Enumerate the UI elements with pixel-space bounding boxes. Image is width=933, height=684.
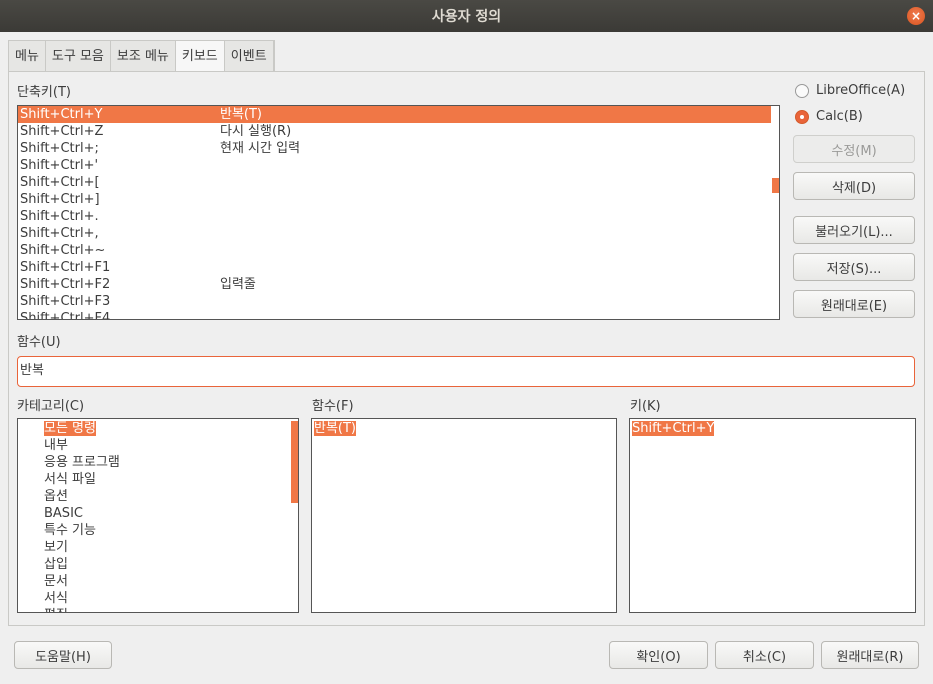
shortcut-row[interactable]: Shift+Ctrl+F3 xyxy=(18,293,772,310)
radio-label: LibreOffice(A) xyxy=(816,83,906,98)
list-item-label: 서식 xyxy=(44,591,68,606)
shortcut-list-scrollbar[interactable] xyxy=(771,106,779,319)
list-item-label: 내부 xyxy=(44,438,68,453)
list-item[interactable]: 옵션 xyxy=(18,488,298,505)
close-icon[interactable]: × xyxy=(907,7,925,25)
tab-events[interactable]: 이벤트 xyxy=(225,41,274,72)
shortcut-key: Shift+Ctrl+; xyxy=(20,141,99,156)
shortcut-row[interactable]: Shift+Ctrl+] xyxy=(18,191,772,208)
list-item-label: 응용 프로그램 xyxy=(44,455,120,470)
tab-menu[interactable]: 메뉴 xyxy=(9,41,46,72)
tab-keyboard[interactable]: 키보드 xyxy=(175,41,225,73)
list-item[interactable]: 내부 xyxy=(18,437,298,454)
category-label: 카테고리(C) xyxy=(17,399,85,414)
category-list[interactable]: 모든 명령내부응용 프로그램서식 파일옵션 BASIC 특수 기능보기삽입문서서식편… xyxy=(17,418,299,613)
list-item[interactable]: 서식 파일 xyxy=(18,471,298,488)
shortcut-key: Shift+Ctrl+F3 xyxy=(20,294,111,309)
keys-label: 키(K) xyxy=(630,399,661,414)
shortcut-function: 반복(T) xyxy=(220,107,263,122)
list-item[interactable]: 편집 xyxy=(18,607,298,612)
save-button[interactable]: 저장(S)... xyxy=(793,253,915,281)
function-label: 함수(U) xyxy=(17,335,61,350)
shortcut-row[interactable]: Shift+Ctrl+; 현재 시간 입력 xyxy=(18,140,772,157)
tab-toolbars[interactable]: 도구 모음 xyxy=(46,41,111,72)
list-item-label: BASIC xyxy=(44,506,83,521)
shortcut-key: Shift+Ctrl+[ xyxy=(20,175,100,190)
shortcut-key: Shift+Ctrl+~ xyxy=(20,243,106,258)
list-item-label: 옵션 xyxy=(44,489,68,504)
tab-context-menus[interactable]: 보조 메뉴 xyxy=(111,41,176,72)
list-item[interactable]: 응용 프로그램 xyxy=(18,454,298,471)
keys-list[interactable]: Shift+Ctrl+Y xyxy=(629,418,916,613)
list-item[interactable]: 모든 명령 xyxy=(18,420,298,437)
list-item-label: 반복(T) xyxy=(314,421,357,436)
list-item-label: 보기 xyxy=(44,540,68,555)
shortcut-function: 현재 시간 입력 xyxy=(220,141,301,156)
reset-button[interactable]: 원래대로(R) xyxy=(821,641,919,669)
list-item[interactable]: 삽입 xyxy=(18,556,298,573)
help-button[interactable]: 도움말(H) xyxy=(14,641,112,669)
list-item[interactable]: 반복(T) xyxy=(314,420,616,437)
list-item-label: Shift+Ctrl+Y xyxy=(632,421,715,436)
shortcut-row[interactable]: Shift+Ctrl+F1 xyxy=(18,259,772,276)
load-button[interactable]: 불러오기(L)... xyxy=(793,216,915,244)
shortcut-key: Shift+Ctrl+' xyxy=(20,158,99,173)
shortcut-row[interactable]: Shift+Ctrl+' xyxy=(18,157,772,174)
shortcut-row[interactable]: Shift+Ctrl+Z 다시 실행(R) xyxy=(18,123,772,140)
radio-label: Calc(B) xyxy=(816,109,863,124)
list-item[interactable]: 보기 xyxy=(18,539,298,556)
tab-bar: 메뉴 도구 모음 보조 메뉴 키보드 이벤트 xyxy=(8,40,275,73)
shortcut-row[interactable]: Shift+Ctrl+[ xyxy=(18,174,772,191)
list-item[interactable]: 문서 xyxy=(18,573,298,590)
shortcut-row[interactable]: Shift+Ctrl+. xyxy=(18,208,772,225)
shortcut-row[interactable]: Shift+Ctrl+F4 xyxy=(18,310,772,320)
shortcut-key: Shift+Ctrl+F2 xyxy=(20,277,111,292)
list-item[interactable]: 특수 기능 xyxy=(18,522,298,539)
shortcut-function: 입력줄 xyxy=(220,277,256,292)
shortcut-function: 다시 실행(R) xyxy=(220,124,292,139)
shortcut-row[interactable]: Shift+Ctrl+Y 반복(T) xyxy=(18,106,772,123)
scope-calc-radio[interactable]: Calc(B) xyxy=(795,109,863,124)
list-item-label: 편집 xyxy=(44,608,68,612)
functions-label: 함수(F) xyxy=(312,399,354,414)
function-field[interactable]: 반복 xyxy=(17,356,915,387)
list-item-label: 문서 xyxy=(44,574,68,589)
shortcut-key: Shift+Ctrl+Y xyxy=(20,107,103,122)
list-item-label: 모든 명령 xyxy=(44,421,96,436)
shortcut-key: Shift+Ctrl+, xyxy=(20,226,99,241)
modify-button[interactable]: 수정(M) xyxy=(793,135,915,163)
list-item-label: 삽입 xyxy=(44,557,68,572)
cancel-button[interactable]: 취소(C) xyxy=(715,641,814,669)
shortcut-key: Shift+Ctrl+] xyxy=(20,192,100,207)
list-item-label: 특수 기능 xyxy=(44,523,96,538)
category-list-scrollbar[interactable] xyxy=(290,419,298,612)
radio-checked-icon xyxy=(795,109,809,124)
title-bar: 사용자 정의 × xyxy=(0,0,933,32)
list-item[interactable]: BASIC xyxy=(18,505,298,522)
scrollbar-thumb[interactable] xyxy=(291,421,298,503)
shortcut-row[interactable]: Shift+Ctrl+, xyxy=(18,225,772,242)
shortcut-key: Shift+Ctrl+F4 xyxy=(20,311,111,320)
scope-libreoffice-radio[interactable]: LibreOffice(A) xyxy=(795,83,905,98)
window-title: 사용자 정의 xyxy=(431,9,502,25)
shortcut-list[interactable]: Shift+Ctrl+Y 반복(T) Shift+Ctrl+Z 다시 실행(R) Shi… xyxy=(17,105,780,320)
functions-list[interactable]: 반복(T) xyxy=(311,418,617,613)
list-item[interactable]: Shift+Ctrl+Y xyxy=(632,420,915,437)
shortcut-row[interactable]: Shift+Ctrl+F2 입력줄 xyxy=(18,276,772,293)
radio-unchecked-icon xyxy=(795,83,809,98)
shortcut-key: Shift+Ctrl+. xyxy=(20,209,99,224)
delete-button[interactable]: 삭제(D) xyxy=(793,172,915,200)
shortcut-keys-label: 단축키(T) xyxy=(17,85,71,100)
ok-button[interactable]: 확인(O) xyxy=(609,641,708,669)
list-item[interactable]: 서식 xyxy=(18,590,298,607)
list-item-label: 서식 파일 xyxy=(44,472,96,487)
shortcut-row[interactable]: Shift+Ctrl+~ xyxy=(18,242,772,259)
shortcut-key: Shift+Ctrl+Z xyxy=(20,124,104,139)
reset-shortcuts-button[interactable]: 원래대로(E) xyxy=(793,290,915,318)
shortcut-key: Shift+Ctrl+F1 xyxy=(20,260,111,275)
scrollbar-thumb[interactable] xyxy=(772,178,779,193)
